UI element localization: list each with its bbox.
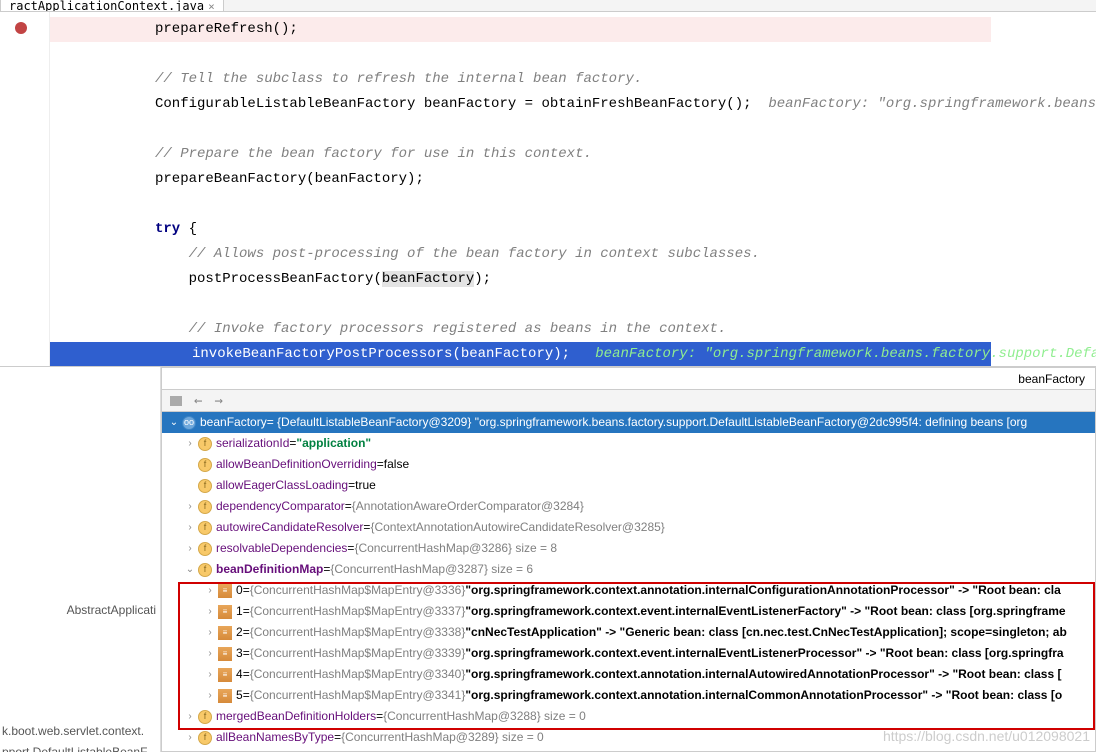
- variables-toolbar: ← →: [162, 390, 1095, 412]
- map-entry-icon: ≡: [218, 626, 232, 640]
- map-entry-icon: ≡: [218, 668, 232, 682]
- map-entry-icon: ≡: [218, 605, 232, 619]
- variables-tree[interactable]: ⌄ oo beanFactory = {DefaultListableBeanF…: [162, 412, 1095, 748]
- back-icon[interactable]: ←: [194, 393, 202, 409]
- field-icon: f: [198, 521, 212, 535]
- map-entry[interactable]: › ≡ 3 = {ConcurrentHashMap$MapEntry@3339…: [162, 643, 1095, 664]
- chevron-right-icon[interactable]: ›: [182, 706, 198, 727]
- field-icon: f: [198, 710, 212, 724]
- chevron-right-icon[interactable]: ›: [182, 517, 198, 538]
- tree-node[interactable]: › f resolvableDependencies = {Concurrent…: [162, 538, 1095, 559]
- chevron-right-icon[interactable]: ›: [202, 664, 218, 685]
- chevron-right-icon[interactable]: ›: [182, 727, 198, 748]
- map-entry[interactable]: › ≡ 1 = {ConcurrentHashMap$MapEntry@3337…: [162, 601, 1095, 622]
- frame-item[interactable]: pport.DefaultListableBeanF: [0, 741, 160, 752]
- tree-node-beandefmap[interactable]: ⌄ f beanDefinitionMap = {ConcurrentHashM…: [162, 559, 1095, 580]
- field-icon: f: [198, 500, 212, 514]
- chevron-right-icon[interactable]: ›: [182, 538, 198, 559]
- editor-tab-bar: ractApplicationContext.java ×: [0, 0, 1096, 12]
- chevron-down-icon[interactable]: ⌄: [166, 412, 182, 433]
- field-icon: f: [198, 563, 212, 577]
- file-tab[interactable]: ractApplicationContext.java ×: [0, 0, 224, 11]
- tree-node[interactable]: › f serializationId = "application": [162, 433, 1095, 454]
- chevron-right-icon[interactable]: ›: [202, 643, 218, 664]
- frames-panel[interactable]: AbstractApplicati k.boot.web.servlet.con…: [0, 367, 161, 752]
- field-icon: f: [198, 731, 212, 745]
- frame-item[interactable]: k.boot.web.servlet.context.: [0, 720, 160, 741]
- tree-node[interactable]: f allowEagerClassLoading = true: [162, 475, 1095, 496]
- map-entry[interactable]: › ≡ 5 = {ConcurrentHashMap$MapEntry@3341…: [162, 685, 1095, 706]
- map-entry[interactable]: › ≡ 4 = {ConcurrentHashMap$MapEntry@3340…: [162, 664, 1095, 685]
- tree-node[interactable]: › f mergedBeanDefinitionHolders = {Concu…: [162, 706, 1095, 727]
- code-editor[interactable]: prepareRefresh(); // Tell the subclass t…: [0, 12, 1096, 367]
- chevron-right-icon[interactable]: ›: [182, 496, 198, 517]
- variables-header-label: beanFactory: [1018, 372, 1085, 386]
- current-execution-line: invokeBeanFactoryPostProcessors(beanFact…: [50, 342, 991, 366]
- map-entry-icon: ≡: [218, 584, 232, 598]
- chevron-right-icon[interactable]: ›: [202, 601, 218, 622]
- frame-item[interactable]: AbstractApplicati: [0, 599, 160, 620]
- breakpoint-icon[interactable]: [15, 22, 27, 34]
- field-icon: f: [198, 479, 212, 493]
- file-tab-label: ractApplicationContext.java: [9, 0, 204, 11]
- chevron-right-icon[interactable]: ›: [182, 433, 198, 454]
- variables-header: beanFactory: [162, 368, 1095, 390]
- tree-root[interactable]: ⌄ oo beanFactory = {DefaultListableBeanF…: [162, 412, 1095, 433]
- code-content: prepareRefresh(); // Tell the subclass t…: [50, 12, 1096, 366]
- tree-node[interactable]: › f dependencyComparator = {AnnotationAw…: [162, 496, 1095, 517]
- chevron-down-icon[interactable]: ⌄: [182, 559, 198, 580]
- close-icon[interactable]: ×: [208, 0, 215, 11]
- map-entry-icon: ≡: [218, 689, 232, 703]
- map-entry[interactable]: › ≡ 2 = {ConcurrentHashMap$MapEntry@3338…: [162, 622, 1095, 643]
- tree-node[interactable]: f allowBeanDefinitionOverriding = false: [162, 454, 1095, 475]
- chevron-right-icon[interactable]: ›: [202, 685, 218, 706]
- field-icon: f: [198, 458, 212, 472]
- tree-node[interactable]: › f autowireCandidateResolver = {Context…: [162, 517, 1095, 538]
- home-icon[interactable]: [170, 396, 182, 406]
- editor-gutter: [0, 12, 50, 366]
- field-icon: f: [198, 437, 212, 451]
- forward-icon[interactable]: →: [214, 393, 222, 409]
- map-entry[interactable]: › ≡ 0 = {ConcurrentHashMap$MapEntry@3336…: [162, 580, 1095, 601]
- chevron-right-icon[interactable]: ›: [202, 622, 218, 643]
- object-icon: oo: [182, 416, 196, 430]
- field-icon: f: [198, 542, 212, 556]
- debugger-variables-panel: beanFactory ← → ⌄ oo beanFactory = {Defa…: [161, 367, 1096, 752]
- map-entry-icon: ≡: [218, 647, 232, 661]
- watermark: https://blog.csdn.net/u012098021: [883, 728, 1090, 744]
- chevron-right-icon[interactable]: ›: [202, 580, 218, 601]
